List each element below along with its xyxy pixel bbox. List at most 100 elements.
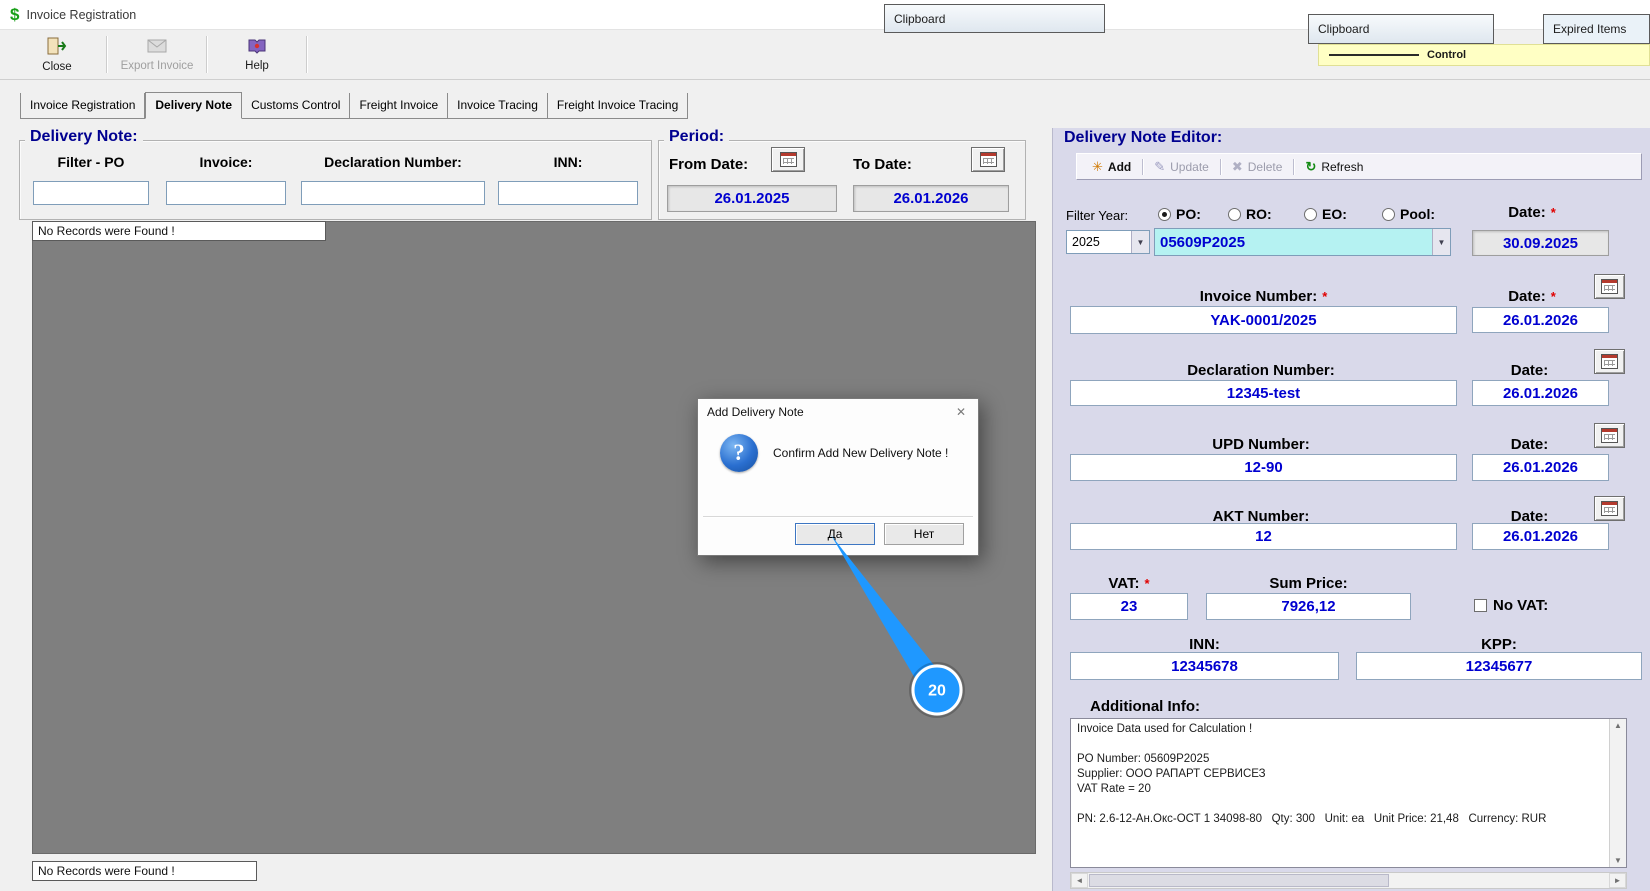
vertical-scrollbar[interactable]: ▲ ▼: [1609, 719, 1626, 867]
no-vat-checkbox[interactable]: No VAT:: [1474, 597, 1548, 614]
vat-label-text: VAT:: [1108, 575, 1140, 592]
radio-pool[interactable]: Pool:: [1382, 206, 1435, 222]
chevron-down-icon[interactable]: ▼: [1131, 231, 1149, 253]
scroll-down-icon[interactable]: ▼: [1614, 856, 1622, 865]
close-button[interactable]: Close: [14, 30, 100, 79]
additional-info-text: Invoice Data used for Calculation ! PO N…: [1077, 723, 1547, 825]
calendar-icon: [979, 152, 997, 167]
scroll-left-icon[interactable]: ◄: [1071, 873, 1088, 888]
add-button[interactable]: ✳ Add: [1085, 158, 1138, 176]
declaration-number-filter-label: Declaration Number:: [324, 154, 462, 170]
from-date-calendar-button[interactable]: [771, 147, 805, 172]
radio-eo[interactable]: EO:: [1304, 206, 1347, 222]
filter-po-label: Filter - PO: [57, 154, 125, 170]
vat-field[interactable]: 23: [1070, 593, 1188, 620]
yellow-banner-fragment: Control: [1318, 44, 1650, 66]
additional-info-box[interactable]: Invoice Data used for Calculation ! PO N…: [1070, 718, 1627, 868]
to-date-calendar-button[interactable]: [971, 147, 1005, 172]
po-date-label: Date: *: [1472, 204, 1592, 221]
update-button[interactable]: ✎ Update: [1147, 158, 1216, 176]
period-group-title: Period:: [664, 128, 730, 146]
radio-circle-icon: [1382, 207, 1395, 221]
invoice-number-field[interactable]: YAK-0001/2025: [1070, 306, 1457, 334]
tab-freight-invoice[interactable]: Freight Invoice: [350, 93, 449, 119]
add-icon: ✳: [1092, 159, 1103, 174]
kpp-label: KPP:: [1481, 636, 1517, 653]
declaration-number-field[interactable]: 12345-test: [1070, 380, 1457, 406]
vat-label: VAT: *: [1070, 575, 1188, 592]
no-button[interactable]: Нет: [884, 523, 964, 545]
clipboard-overlay-right: Clipboard: [1308, 14, 1494, 44]
sum-price-field[interactable]: 7926,12: [1206, 593, 1411, 620]
tab-strip: Invoice Registration Delivery Note Custo…: [20, 92, 689, 119]
filter-po-input[interactable]: [33, 181, 149, 205]
upd-date-field[interactable]: 26.01.2026: [1472, 454, 1609, 481]
sum-price-label: Sum Price:: [1269, 575, 1348, 592]
po-number-dropdown[interactable]: 05609P2025 ▼: [1154, 228, 1451, 256]
invoice-date-field[interactable]: 26.01.2026: [1472, 307, 1609, 333]
dialog-titlebar[interactable]: Add Delivery Note ✕: [698, 399, 978, 424]
from-date-value: 26.01.2025: [667, 185, 837, 212]
radio-circle-icon: [1304, 207, 1317, 221]
scrollbar-thumb[interactable]: [1089, 874, 1389, 887]
tab-invoice-tracing[interactable]: Invoice Tracing: [448, 93, 548, 119]
upd-number-label: UPD Number:: [1070, 436, 1457, 453]
akt-date-field[interactable]: 26.01.2026: [1472, 523, 1609, 550]
inn-field[interactable]: 12345678: [1070, 652, 1339, 680]
refresh-button-label: Refresh: [1321, 159, 1364, 174]
export-invoice-label: Export Invoice: [120, 59, 194, 72]
kpp-field[interactable]: 12345677: [1356, 652, 1642, 680]
declaration-number-filter-input[interactable]: [301, 181, 485, 205]
yes-button[interactable]: Да: [795, 523, 875, 545]
scrollbar-track[interactable]: [1390, 873, 1609, 888]
inn-filter-input[interactable]: [498, 181, 638, 205]
tab-delivery-note[interactable]: Delivery Note: [145, 92, 243, 119]
upd-date-calendar-button[interactable]: [1594, 423, 1625, 448]
dialog-divider: [703, 516, 973, 518]
add-delivery-note-dialog: Add Delivery Note ✕ ? Confirm Add New De…: [697, 398, 979, 556]
period-group: Period: From Date: 26.01.2025 To Date: 2…: [658, 128, 1026, 220]
field-label-text: UPD Number:: [1212, 436, 1310, 453]
upd-number-field[interactable]: 12-90: [1070, 454, 1457, 481]
radio-ro[interactable]: RO:: [1228, 206, 1272, 222]
tab-invoice-registration[interactable]: Invoice Registration: [20, 93, 146, 119]
radio-po[interactable]: PO:: [1158, 206, 1201, 222]
to-date-label: To Date:: [853, 156, 912, 173]
toolbar-separator: [206, 36, 208, 73]
refresh-button[interactable]: ↻ Refresh: [1298, 158, 1370, 176]
akt-date-calendar-button[interactable]: [1594, 496, 1625, 521]
required-asterisk: *: [1550, 289, 1556, 304]
declaration-date-label: Date:: [1472, 362, 1592, 379]
window-title: Invoice Registration: [26, 7, 137, 22]
invoice-filter-input[interactable]: [166, 181, 286, 205]
declaration-number-label: Declaration Number:: [1070, 362, 1457, 379]
required-asterisk: *: [1550, 205, 1556, 220]
export-invoice-button[interactable]: Export Invoice: [114, 30, 200, 79]
delivery-note-editor-panel: Delivery Note Editor: ✳ Add ✎ Update ✖ D…: [1052, 128, 1650, 891]
radio-po-label: PO:: [1176, 206, 1201, 222]
update-icon: ✎: [1154, 159, 1166, 174]
declaration-date-field[interactable]: 26.01.2026: [1472, 380, 1609, 406]
akt-number-field[interactable]: 12: [1070, 523, 1457, 550]
delete-button[interactable]: ✖ Delete: [1225, 158, 1290, 176]
scroll-right-icon[interactable]: ►: [1609, 873, 1626, 888]
calendar-icon: [779, 152, 797, 167]
date-label-text: Date:: [1510, 436, 1549, 453]
upd-date-label: Date:: [1472, 436, 1592, 453]
help-button[interactable]: Help: [214, 30, 300, 79]
editor-toolbar: ✳ Add ✎ Update ✖ Delete ↻ Refresh: [1076, 153, 1642, 180]
tab-freight-invoice-tracing[interactable]: Freight Invoice Tracing: [547, 93, 689, 119]
scroll-up-icon[interactable]: ▲: [1614, 721, 1622, 730]
horizontal-scrollbar[interactable]: ◄ ►: [1070, 872, 1627, 889]
chevron-down-icon[interactable]: ▼: [1432, 229, 1450, 255]
dialog-close-icon[interactable]: ✕: [953, 405, 969, 419]
year-dropdown[interactable]: 2025 ▼: [1066, 230, 1150, 254]
checkbox-icon: [1474, 599, 1487, 612]
calendar-icon: [1601, 501, 1618, 516]
delete-button-label: Delete: [1247, 159, 1283, 174]
invoice-date-calendar-button[interactable]: [1594, 274, 1625, 299]
tab-customs-control[interactable]: Customs Control: [242, 93, 351, 119]
declaration-date-calendar-button[interactable]: [1594, 349, 1625, 374]
dollar-app-icon: $: [10, 4, 20, 24]
radio-ro-label: RO:: [1246, 206, 1272, 222]
